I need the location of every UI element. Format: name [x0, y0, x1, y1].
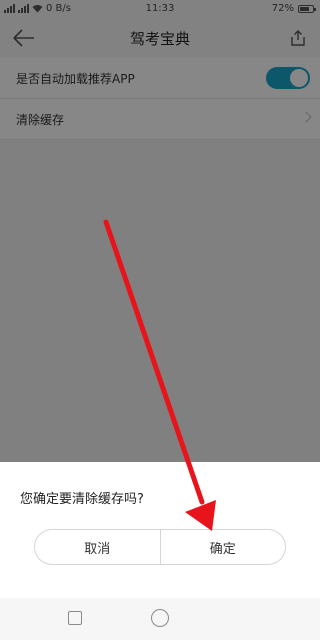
confirm-dialog: 您确定要清除缓存吗? 取消 确定	[0, 462, 320, 598]
dialog-button-group: 取消 确定	[34, 529, 286, 565]
dialog-message: 您确定要清除缓存吗?	[20, 492, 144, 507]
system-nav-bar	[0, 598, 320, 640]
home-icon[interactable]	[151, 609, 169, 627]
cancel-button[interactable]: 取消	[35, 530, 160, 564]
confirm-button[interactable]: 确定	[159, 530, 286, 564]
recent-apps-icon[interactable]	[68, 611, 82, 625]
